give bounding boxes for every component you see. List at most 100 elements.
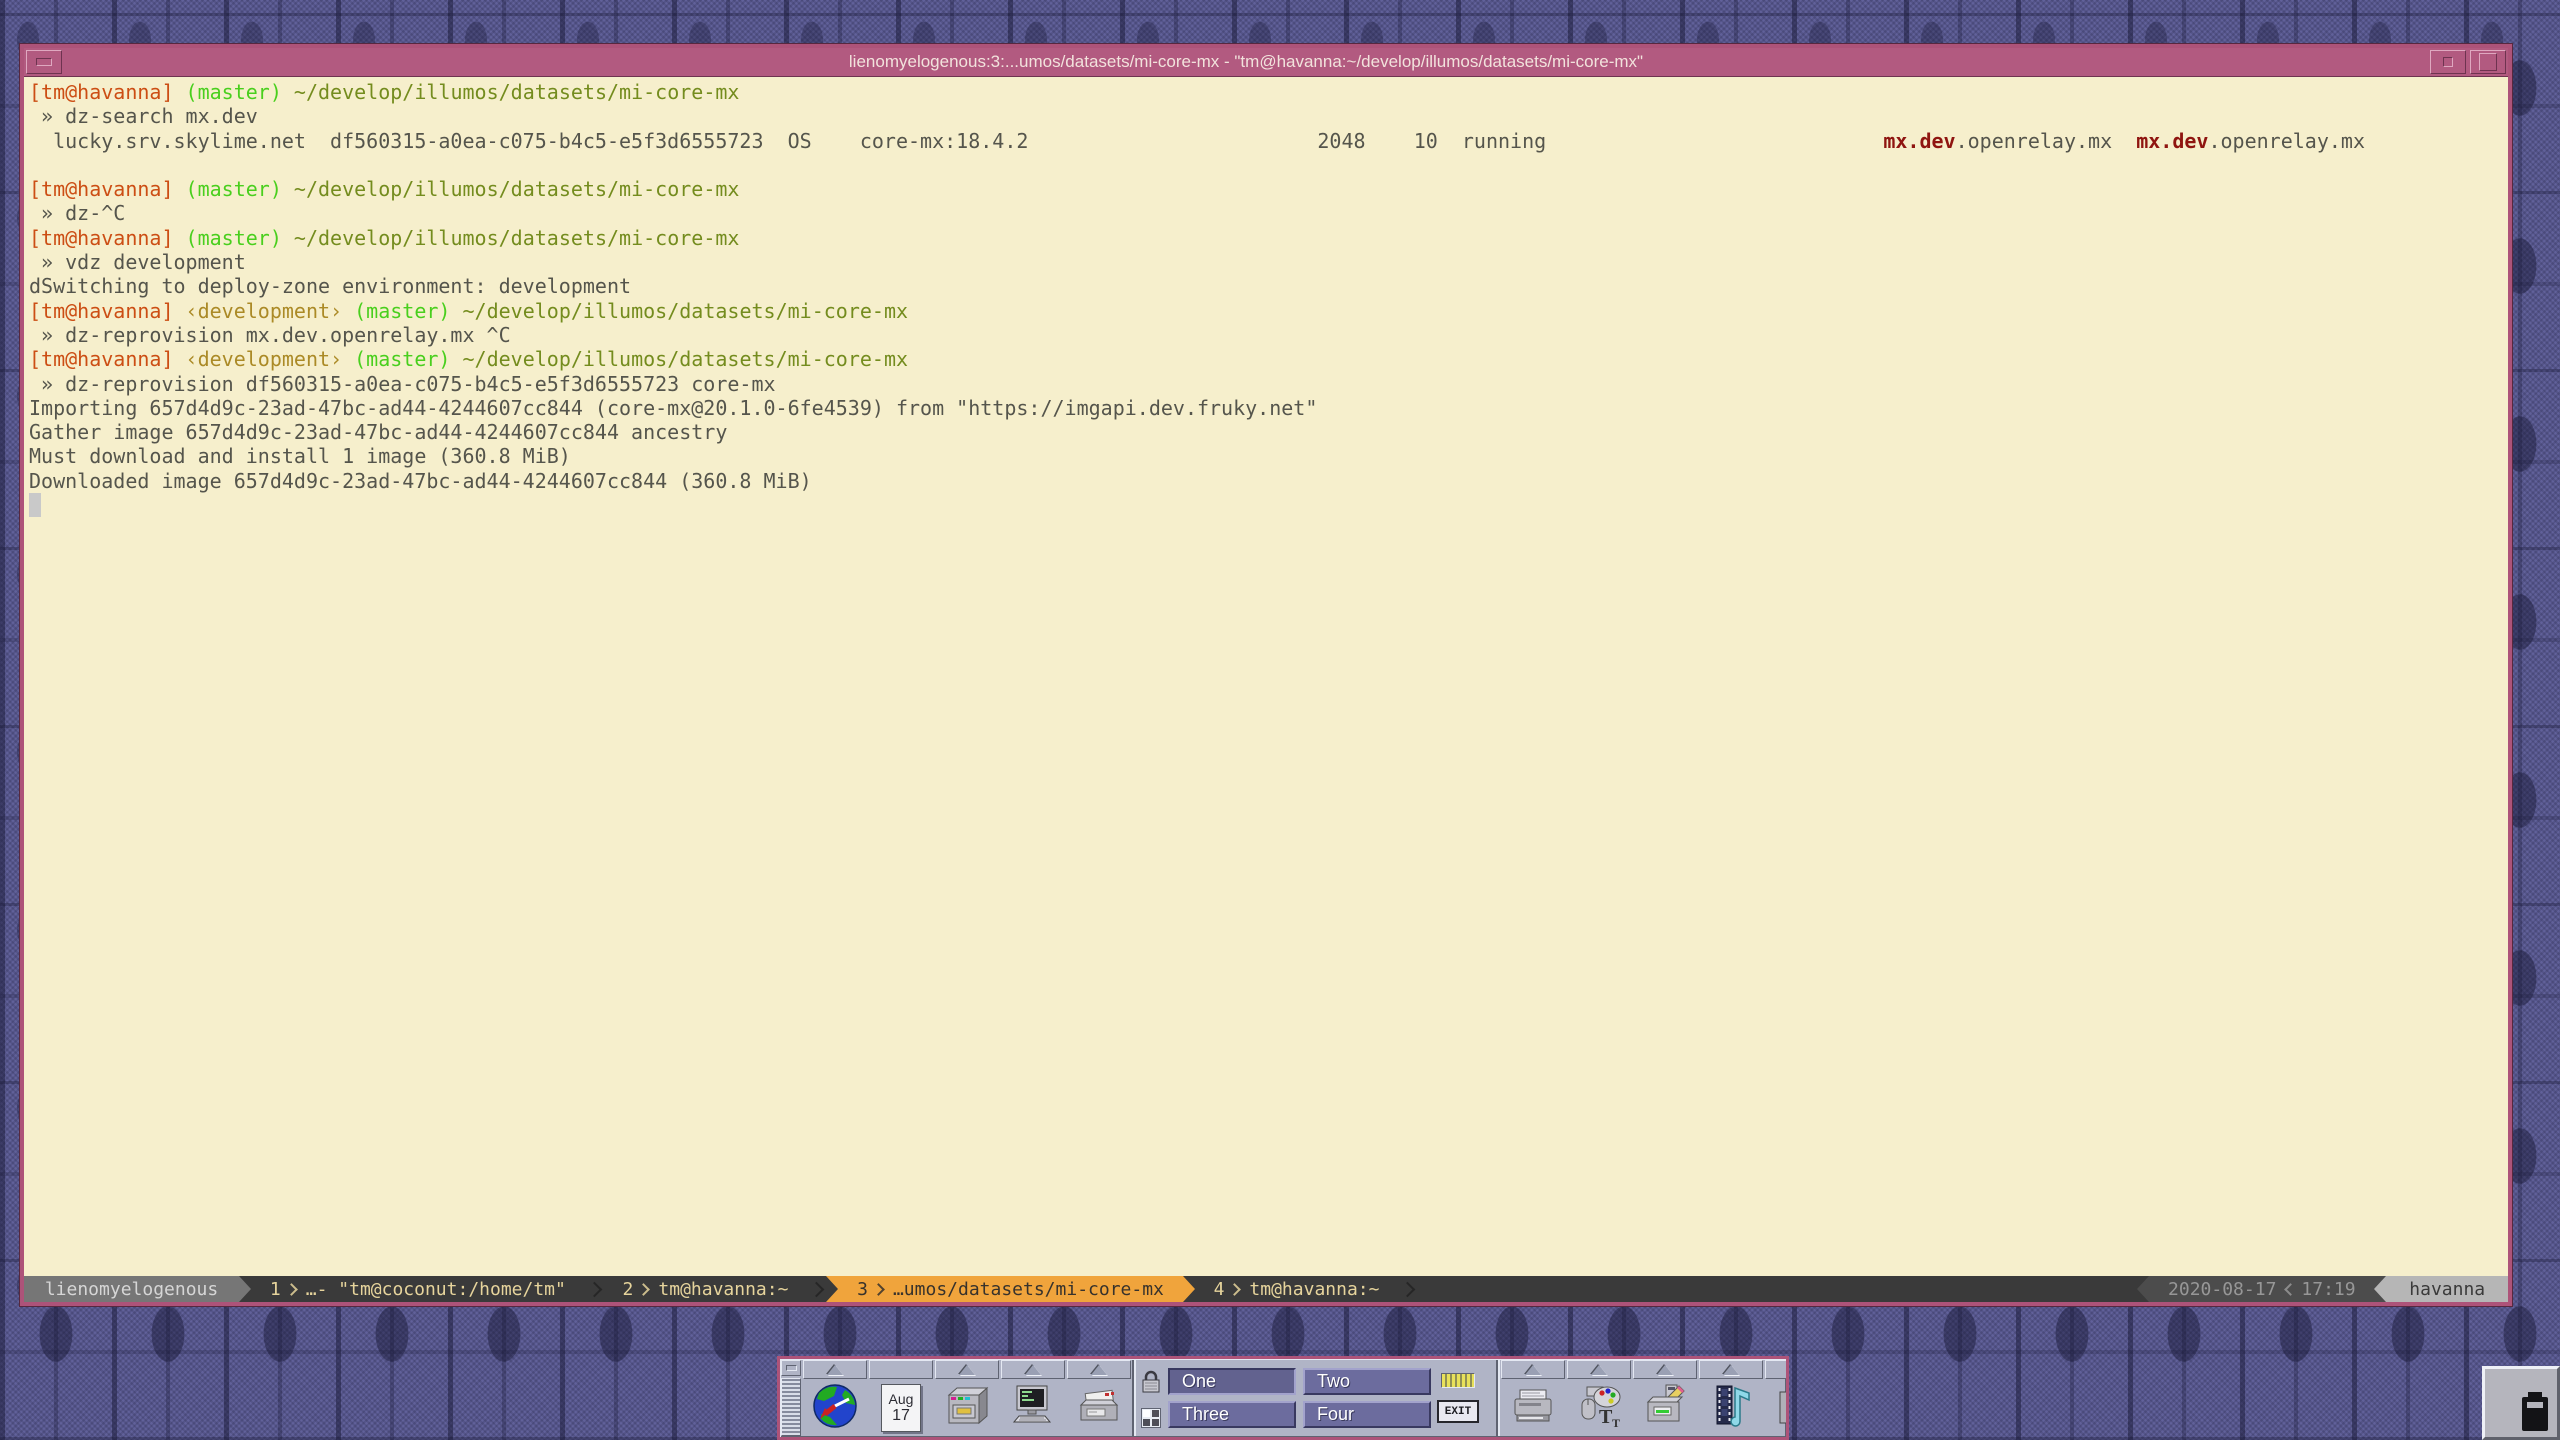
tmux-time: 17:19 (2301, 1279, 2366, 1300)
tmux-window-4[interactable]: 4tm@havanna:~ (1195, 1276, 1399, 1302)
workspace-button-one[interactable]: One (1168, 1368, 1296, 1395)
calendar-day: 17 (892, 1407, 910, 1424)
subpanel-arrow-help[interactable] (1765, 1360, 1789, 1379)
terminal-output[interactable]: [tm@havanna] (master) ~/develop/illumos/… (24, 77, 2508, 1276)
terminal-line: [tm@havanna] ‹development› (master) ~/de… (29, 347, 2508, 371)
exit-button[interactable]: EXIT (1437, 1400, 1479, 1423)
tmux-date: 2020-08-17 (2157, 1279, 2276, 1300)
panel-iconify-icon (786, 1365, 797, 1371)
busy-light (1441, 1373, 1475, 1388)
iconify-button[interactable] (26, 50, 62, 74)
subpanel-arrow-terminal[interactable] (1001, 1360, 1065, 1379)
chevron-right-icon (1400, 1281, 1416, 1297)
workspace-button-two[interactable]: Two (1303, 1368, 1431, 1395)
chevron-right-icon (872, 1283, 885, 1296)
terminal-body: [tm@havanna] (master) ~/develop/illumos/… (24, 77, 2508, 1302)
slot-mail (1066, 1359, 1132, 1437)
powerline-separator-icon (2137, 1276, 2149, 1302)
window-title: lienomyelogenous:3:...umos/datasets/mi-c… (64, 48, 2428, 76)
svg-text:T: T (1599, 1406, 1613, 1428)
terminal-line: [tm@havanna] (master) ~/develop/illumos/… (29, 80, 2508, 104)
calendar-icon: Aug 17 (881, 1384, 921, 1432)
shade-icon (2443, 57, 2453, 67)
up-arrow-icon (1723, 1365, 1739, 1375)
terminal-line: dSwitching to deploy-zone environment: d… (29, 274, 2508, 298)
tmux-window-3[interactable]: 3…umos/datasets/mi-core-mx (838, 1276, 1182, 1302)
terminal-line: [tm@havanna] (master) ~/develop/illumos/… (29, 177, 2508, 201)
mail-launcher[interactable] (1066, 1379, 1132, 1437)
chevron-left-icon (2285, 1283, 2298, 1296)
slot-calendar: Aug 17 (868, 1359, 934, 1437)
slot-terminal (1000, 1359, 1066, 1437)
terminal-line: » dz-reprovision df560315-a0ea-c075-b4c5… (29, 372, 2508, 396)
tmux-window-2[interactable]: 2tm@havanna:~ (604, 1276, 808, 1302)
slot-media (1698, 1359, 1764, 1437)
clock-launcher[interactable] (802, 1379, 868, 1437)
powerline-separator-icon (2374, 1276, 2386, 1302)
subpanel-arrow-mail[interactable] (1067, 1360, 1131, 1379)
subpanel-arrow-printer[interactable] (1501, 1360, 1565, 1379)
slot-file-manager (934, 1359, 1000, 1437)
maximize-icon (2479, 53, 2497, 71)
chevron-right-icon (1229, 1283, 1242, 1296)
slot-style-manager: T T (1566, 1359, 1632, 1437)
calendar-month: Aug (889, 1392, 914, 1407)
subpanel-arrow-media[interactable] (1699, 1360, 1763, 1379)
iconified-window[interactable] (2482, 1366, 2560, 1440)
terminal-line: Must download and install 1 image (360.8… (29, 444, 2508, 468)
terminal-line: Downloaded image 657d4d9c-23ad-47bc-ad44… (29, 469, 2508, 493)
up-arrow-icon (1525, 1365, 1541, 1375)
titlebar[interactable]: lienomyelogenous:3:...umos/datasets/mi-c… (24, 48, 2508, 77)
up-arrow-icon (1025, 1365, 1041, 1375)
panel-handle-left[interactable] (781, 1378, 801, 1436)
subpanel-arrow-clock[interactable] (803, 1360, 867, 1379)
subpanel-arrow-apps[interactable] (1633, 1360, 1697, 1379)
iconify-icon (36, 58, 52, 66)
terminal-line (29, 493, 2508, 517)
panel-iconify-button[interactable] (781, 1360, 801, 1376)
workspace-blank-icon[interactable] (1141, 1408, 1161, 1428)
terminal-line: » dz-reprovision mx.dev.openrelay.mx ^C (29, 323, 2508, 347)
tmux-hostname: havanna (2386, 1276, 2508, 1302)
file-manager-launcher[interactable] (934, 1379, 1000, 1437)
powerline-separator-icon (1183, 1276, 1195, 1302)
subpanel-arrow-files[interactable] (935, 1360, 999, 1379)
panel-left-corner (780, 1359, 802, 1437)
strip-blank-calendar (869, 1360, 933, 1379)
terminal-line: » dz-search mx.dev (29, 104, 2508, 128)
chevron-right-icon (638, 1283, 651, 1296)
lock-icon[interactable] (1140, 1369, 1162, 1400)
slot-printer (1500, 1359, 1566, 1437)
printer-launcher[interactable] (1500, 1379, 1566, 1437)
tmux-status-bar: lienomyelogenous 1…- "tm@coconut:/home/t… (24, 1276, 2508, 1302)
subpanel-arrow-style[interactable] (1567, 1360, 1631, 1379)
battery-icon (2515, 1389, 2555, 1435)
chevron-right-icon (586, 1281, 602, 1297)
style-manager-launcher[interactable]: T T (1566, 1379, 1632, 1437)
terminal-launcher[interactable] (1000, 1379, 1066, 1437)
terminal-icon (1007, 1381, 1059, 1436)
terminal-window: lienomyelogenous:3:...umos/datasets/mi-c… (20, 44, 2512, 1306)
slot-help: ? (1764, 1359, 1789, 1437)
terminal-line: [tm@havanna] ‹development› (master) ~/de… (29, 299, 2508, 323)
app-manager-launcher[interactable] (1632, 1379, 1698, 1437)
workspace-button-four[interactable]: Four (1303, 1401, 1431, 1428)
calendar-launcher[interactable]: Aug 17 (868, 1379, 934, 1437)
maximize-button[interactable] (2470, 50, 2506, 74)
terminal-line: » vdz development (29, 250, 2508, 274)
workspace-button-three[interactable]: Three (1168, 1401, 1296, 1428)
shade-button[interactable] (2430, 50, 2466, 74)
media-player-icon (1705, 1381, 1757, 1436)
tmux-window-1[interactable]: 1…- "tm@coconut:/home/tm" (251, 1276, 585, 1302)
application-manager-icon (1639, 1381, 1691, 1436)
terminal-line: lucky.srv.skylime.net df560315-a0ea-c075… (29, 129, 2508, 153)
help-launcher[interactable]: ? (1764, 1379, 1789, 1437)
slot-clock (802, 1359, 868, 1437)
chevron-right-icon (285, 1283, 298, 1296)
up-arrow-icon (1091, 1365, 1107, 1375)
file-manager-icon (941, 1381, 993, 1436)
media-launcher[interactable] (1698, 1379, 1764, 1437)
desktop: lienomyelogenous:3:...umos/datasets/mi-c… (0, 0, 2560, 1440)
switch-left-column (1140, 1369, 1162, 1428)
switch-right-column: EXIT (1437, 1373, 1479, 1423)
